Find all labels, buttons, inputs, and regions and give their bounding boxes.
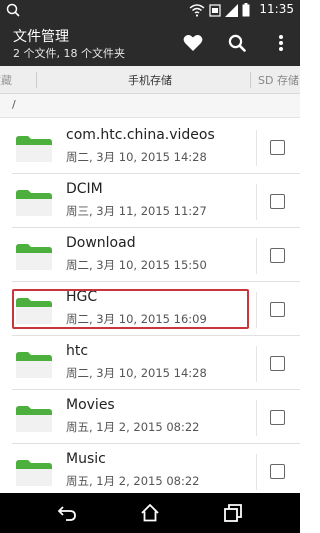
file-manager-screen: 11:35 文件管理 2 个文件, 18 个文件夹 藏 手机存储 SD 存储 /… [0,0,300,533]
back-icon[interactable] [57,503,77,523]
divider [256,400,257,436]
list-item[interactable]: Music 周五, 1月 2, 2015 08:22 [0,444,300,493]
file-date: 周五, 1月 2, 2015 08:22 [66,474,200,488]
file-date: 周二, 3月 10, 2015 15:50 [66,258,207,272]
home-icon[interactable] [140,503,160,523]
search-icon [228,34,246,52]
favorite-button[interactable] [180,30,206,56]
heart-icon [183,35,203,51]
tab-favorites[interactable]: 收藏 [0,72,30,88]
search-icon [6,3,20,17]
tab-sd-storage[interactable]: SD 存储 [258,72,318,88]
overflow-menu-icon [279,35,283,51]
search-button[interactable] [224,30,250,56]
file-date: 周二, 3月 10, 2015 14:28 [66,366,207,380]
storage-tabs: 收藏 手机存储 SD 存储 [0,66,300,94]
list-item[interactable]: DCIM 周三, 3月 11, 2015 11:27 [0,174,300,228]
folder-icon [16,406,52,432]
divider [256,130,257,166]
file-name: DCIM [66,181,103,197]
file-name: Download [66,235,136,251]
clock-time: 11:35 [259,2,294,16]
file-name: Movies [66,397,115,413]
tab-divider [250,72,251,88]
file-name: com.htc.china.videos [66,127,215,143]
folder-icon [16,352,52,378]
highlight-box [12,289,249,329]
list-item[interactable]: htc 周二, 3月 10, 2015 14:28 [0,336,300,390]
app-bar: 文件管理 2 个文件, 18 个文件夹 [0,20,300,66]
app-title: 文件管理 [13,29,69,45]
select-checkbox[interactable] [270,356,285,371]
select-checkbox[interactable] [270,464,285,479]
battery-icon [242,3,250,17]
list-item[interactable]: Download 周二, 3月 10, 2015 15:50 [0,228,300,282]
select-checkbox[interactable] [270,410,285,425]
file-name: Music [66,451,106,467]
divider [256,238,257,274]
path-breadcrumb[interactable]: / [0,94,300,118]
divider [256,292,257,328]
more-options-button[interactable] [268,30,294,56]
current-path: / [12,98,16,111]
status-icons [189,3,250,17]
select-checkbox[interactable] [270,194,285,209]
list-item[interactable]: Movies 周五, 1月 2, 2015 08:22 [0,390,300,444]
folder-icon [16,136,52,162]
file-date: 周五, 1月 2, 2015 08:22 [66,420,200,434]
recent-apps-icon[interactable] [223,503,243,523]
select-checkbox[interactable] [270,302,285,317]
tab-phone-storage[interactable]: 手机存储 [98,72,202,88]
file-name: htc [66,343,89,359]
status-bar: 11:35 [0,0,300,20]
tab-divider [36,72,37,88]
select-checkbox[interactable] [270,140,285,155]
list-item[interactable]: com.htc.china.videos 周二, 3月 10, 2015 14:… [0,120,300,174]
signal-icon [225,3,238,17]
folder-icon [16,460,52,486]
item-count: 2 个文件, 18 个文件夹 [13,47,125,60]
divider [256,184,257,220]
select-checkbox[interactable] [270,248,285,263]
app-actions [180,30,294,56]
navigation-bar [0,493,300,533]
divider [256,346,257,382]
folder-icon [16,190,52,216]
folder-icon [16,244,52,270]
file-date: 周二, 3月 10, 2015 14:28 [66,150,207,164]
wifi-icon [189,3,205,17]
screenshot-icon [209,3,221,17]
file-date: 周三, 3月 11, 2015 11:27 [66,204,207,218]
divider [256,454,257,490]
